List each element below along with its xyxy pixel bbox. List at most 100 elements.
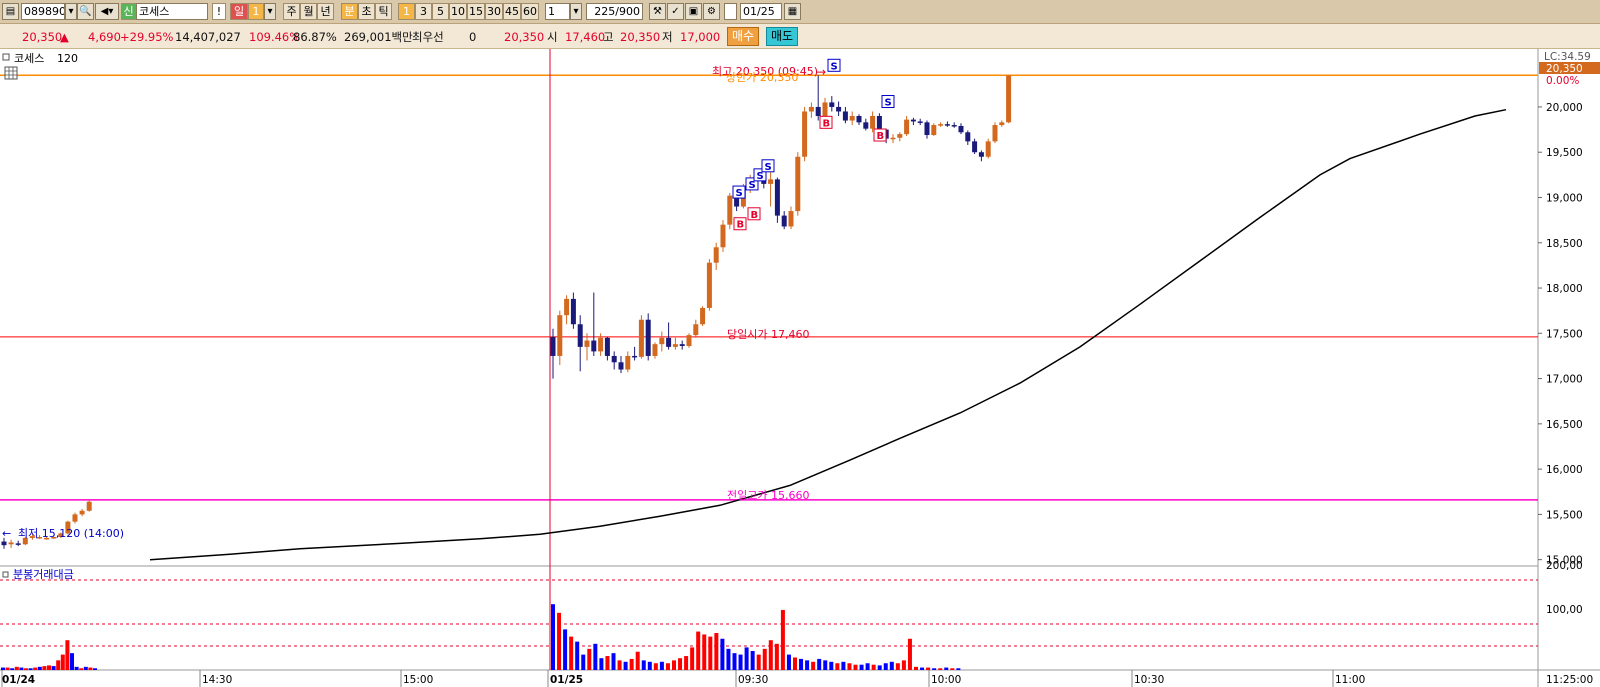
candle xyxy=(706,259,712,311)
period-day-button[interactable]: 일 xyxy=(230,3,248,20)
sell-signal-marker: S xyxy=(827,58,841,72)
settings-gear-icon[interactable]: ⚙ xyxy=(703,3,720,20)
candle xyxy=(1006,75,1012,124)
price-tick-label: 15,500 xyxy=(1546,509,1583,521)
open-price: 17,460 xyxy=(565,30,606,44)
volume-bar xyxy=(829,661,834,670)
volume-bar xyxy=(65,640,70,670)
volume-bar xyxy=(750,651,755,670)
interval-45-button[interactable]: 45 xyxy=(503,3,521,20)
volume-bar xyxy=(708,636,713,670)
volume-bar xyxy=(551,604,555,670)
candle xyxy=(795,152,801,216)
price-tick-label: 20,000 xyxy=(1546,102,1583,114)
interval-10-button[interactable]: 10 xyxy=(449,3,467,20)
current-price: 20,350 xyxy=(22,30,63,44)
time-tick-label: 10:00 xyxy=(931,674,961,686)
volume-bar xyxy=(738,654,743,670)
chart-title: 코세스 xyxy=(14,52,44,65)
period-month-button[interactable]: 월 xyxy=(300,3,317,20)
period-week-button[interactable]: 주 xyxy=(283,3,300,20)
bar-count-field[interactable]: 225/900 xyxy=(586,3,643,20)
time-tick-label: 11:00 xyxy=(1335,674,1365,686)
volume-bar xyxy=(593,643,598,670)
volume-bar xyxy=(79,668,84,670)
turnover-ratio: 86.87% xyxy=(293,30,337,44)
period-min-button[interactable]: 분 xyxy=(341,3,358,20)
candle xyxy=(700,306,706,327)
price-tick-label: 19,000 xyxy=(1546,192,1583,204)
save-icon[interactable]: ▣ xyxy=(685,3,702,20)
stock-name-field[interactable]: 코세스 xyxy=(136,3,208,20)
calendar-icon[interactable]: ▦ xyxy=(784,3,801,20)
candle xyxy=(638,315,644,359)
volume-bar xyxy=(780,609,785,670)
low-arrow-icon: ← xyxy=(2,527,11,540)
volume-bar xyxy=(859,664,864,670)
volume-bar xyxy=(70,653,74,670)
buy-signal-marker: B xyxy=(819,115,833,129)
interval-3-button[interactable]: 3 xyxy=(415,3,432,20)
period-num-button[interactable]: 1 xyxy=(248,3,264,20)
date-checkbox[interactable] xyxy=(724,3,737,20)
volume-bar xyxy=(5,667,10,670)
current-price-2: 20,350 xyxy=(504,30,545,44)
date-field[interactable]: 01/25 xyxy=(740,3,782,20)
svg-text:B: B xyxy=(823,118,831,129)
svg-text:B: B xyxy=(877,131,885,142)
time-tick-label: 09:30 xyxy=(738,674,768,686)
volume-bar xyxy=(907,638,912,670)
search-icon[interactable]: 🔍 xyxy=(77,3,94,20)
volume-bar xyxy=(938,668,943,670)
price-tick-label: 17,000 xyxy=(1546,374,1583,386)
svg-text:S: S xyxy=(831,61,838,72)
count-dropdown-icon[interactable]: ▾ xyxy=(570,3,582,20)
price-change: 4,690 xyxy=(88,30,121,44)
volume-bar xyxy=(10,668,15,670)
speaker-icon[interactable]: ◀▾ xyxy=(95,3,119,20)
volume-bar xyxy=(841,661,846,670)
volume-bar xyxy=(702,634,707,670)
grid-toggle-icon[interactable] xyxy=(4,66,18,80)
time-tick-label: 15:00 xyxy=(403,674,433,686)
volume-bar xyxy=(956,668,961,670)
interval-15-button[interactable]: 15 xyxy=(467,3,485,20)
volume-bar xyxy=(19,667,24,670)
high-arrow-icon: → xyxy=(816,65,826,79)
volume-bar xyxy=(877,665,882,670)
volume-bar xyxy=(684,656,689,670)
code-dropdown-icon[interactable]: ▾ xyxy=(65,3,77,20)
sell-button[interactable]: 매도 xyxy=(766,27,798,46)
interval-30-button[interactable]: 30 xyxy=(485,3,503,20)
price-tick-label: 16,500 xyxy=(1546,419,1583,431)
interval-1-button[interactable]: 1 xyxy=(398,3,415,20)
volume-bar xyxy=(835,663,840,670)
chart-link-icon[interactable]: ✓ xyxy=(667,3,684,20)
volume-bar xyxy=(889,661,894,670)
time-tick-label: 01/25 xyxy=(550,674,583,686)
buy-button[interactable]: 매수 xyxy=(727,27,759,46)
pct-tag: 0.00% xyxy=(1546,75,1579,87)
price-tick-label: 17,500 xyxy=(1546,328,1583,340)
period-year-button[interactable]: 년 xyxy=(317,3,334,20)
stock-list-icon[interactable]: ▤ xyxy=(2,3,19,20)
period-sec-button[interactable]: 초 xyxy=(358,3,375,20)
interval-60-button[interactable]: 60 xyxy=(521,3,539,20)
interval-5-button[interactable]: 5 xyxy=(432,3,449,20)
period-tick-button[interactable]: 틱 xyxy=(375,3,392,20)
candle xyxy=(931,123,937,136)
count-select[interactable]: 1 xyxy=(545,3,570,20)
volume-bar xyxy=(914,666,918,670)
open-label: 시 xyxy=(547,30,558,44)
alert-button[interactable]: ! xyxy=(212,3,226,20)
time-tick-label: 01/24 xyxy=(2,674,35,686)
svg-text:S: S xyxy=(749,180,756,191)
tools-icon[interactable]: ⚒ xyxy=(649,3,666,20)
candle xyxy=(720,220,726,252)
candle xyxy=(727,192,733,230)
lc-label: LC:34.59 xyxy=(1544,51,1591,63)
period-dropdown-icon[interactable]: ▾ xyxy=(264,3,276,20)
price-chart[interactable]: 20,000 19,500 19,000 18,500 18,000 17,500 17,0… xyxy=(0,49,1600,687)
buy-signal-marker: B xyxy=(873,128,887,142)
stock-code-input[interactable]: 089890 xyxy=(21,3,65,20)
